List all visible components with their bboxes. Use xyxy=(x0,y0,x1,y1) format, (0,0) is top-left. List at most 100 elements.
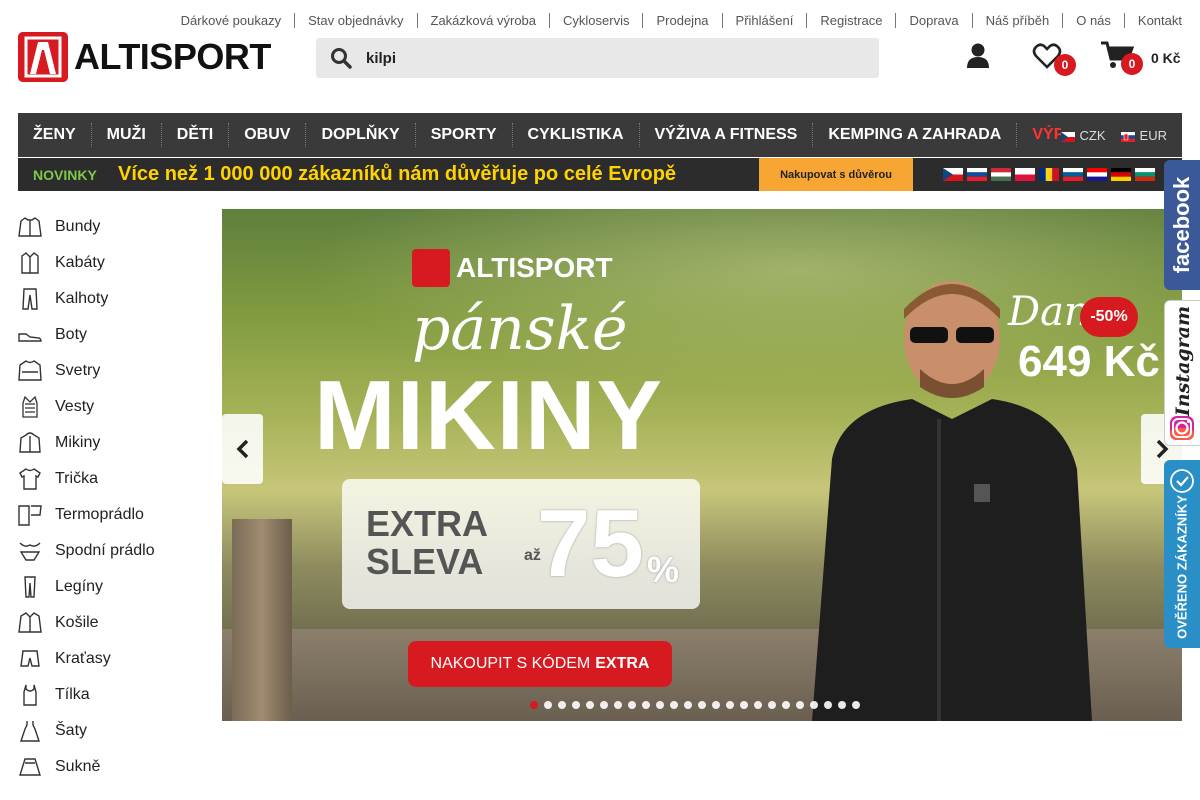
jacket-icon xyxy=(18,216,42,238)
carousel-dot[interactable] xyxy=(838,701,846,709)
carousel-dot[interactable] xyxy=(642,701,650,709)
carousel-dot[interactable] xyxy=(600,701,608,709)
category-item-sukne[interactable]: Sukně xyxy=(18,749,198,785)
carousel-dot[interactable] xyxy=(544,701,552,709)
currency-eur[interactable]: EUR xyxy=(1120,128,1167,143)
carousel-dot[interactable] xyxy=(740,701,748,709)
flag-bg-icon xyxy=(1135,168,1155,181)
category-item-leginy[interactable]: Legíny xyxy=(18,569,198,605)
carousel-dot[interactable] xyxy=(712,701,720,709)
category-item-boty[interactable]: Boty xyxy=(18,317,198,353)
link-custom-production[interactable]: Zakázková výroba xyxy=(416,12,550,28)
carousel-dot[interactable] xyxy=(754,701,762,709)
instagram-tab[interactable]: Instagram xyxy=(1164,300,1200,446)
carousel-dot[interactable] xyxy=(796,701,804,709)
category-item-tricka[interactable]: Trička xyxy=(18,461,198,497)
carousel-dot[interactable] xyxy=(698,701,706,709)
site-logo[interactable]: ALTISPORT xyxy=(18,32,271,82)
link-order-status[interactable]: Stav objednávky xyxy=(294,12,416,28)
carousel-dot[interactable] xyxy=(614,701,622,709)
hero-fence-post xyxy=(232,519,292,721)
carousel-dot[interactable] xyxy=(824,701,832,709)
trousers-icon xyxy=(18,288,42,310)
carousel-dot[interactable] xyxy=(586,701,594,709)
link-bike-service[interactable]: Cykloservis xyxy=(549,12,642,28)
category-label: Tílka xyxy=(55,686,90,703)
news-label[interactable]: NOVINKY xyxy=(18,167,118,183)
verified-label: OVĚŘENO ZÁKAZNÍKY xyxy=(1174,495,1190,640)
carousel-dot[interactable] xyxy=(684,701,692,709)
hero-carousel[interactable]: ALTISPORT pánské MIKINY EXTRA SLEVA až 7… xyxy=(222,209,1182,721)
nav-item-nutrition-fitness[interactable]: VÝŽIVA A FITNESS xyxy=(638,123,813,147)
carousel-dot[interactable] xyxy=(726,701,734,709)
nav-item-footwear[interactable]: OBUV xyxy=(228,123,305,147)
category-item-kabaty[interactable]: Kabáty xyxy=(18,245,198,281)
nav-item-women[interactable]: ŽENY xyxy=(18,123,91,147)
category-item-saty[interactable]: Šaty xyxy=(18,713,198,749)
verified-by-customers-tab[interactable]: OVĚŘENO ZÁKAZNÍKY xyxy=(1164,460,1200,648)
carousel-dot[interactable] xyxy=(852,701,860,709)
carousel-dot[interactable] xyxy=(670,701,678,709)
category-item-svetry[interactable]: Svetry xyxy=(18,353,198,389)
carousel-dot[interactable] xyxy=(530,701,538,709)
hero-logo-mark-icon xyxy=(412,249,450,287)
vest-icon xyxy=(18,396,42,418)
cart-button[interactable]: 0 xyxy=(1100,40,1146,76)
nav-item-camping-garden[interactable]: KEMPING A ZAHRADA xyxy=(812,123,1016,147)
carousel-dot[interactable] xyxy=(810,701,818,709)
flag-ro-icon xyxy=(1039,168,1059,181)
link-about[interactable]: O nás xyxy=(1062,12,1124,28)
link-register[interactable]: Registrace xyxy=(806,12,895,28)
category-item-mikiny[interactable]: Mikiny xyxy=(18,425,198,461)
verified-seal-icon xyxy=(1170,469,1194,493)
link-store[interactable]: Prodejna xyxy=(642,12,721,28)
nav-item-men[interactable]: MUŽI xyxy=(90,123,161,147)
category-item-vesty[interactable]: Vesty xyxy=(18,389,198,425)
search-icon[interactable] xyxy=(316,38,366,78)
carousel-dot[interactable] xyxy=(628,701,636,709)
user-account-icon[interactable] xyxy=(965,42,991,70)
nav-item-sports[interactable]: SPORTY xyxy=(414,123,512,147)
shop-with-trust-button[interactable]: Nakupovat s důvěrou xyxy=(759,158,913,191)
search-input[interactable] xyxy=(366,49,846,67)
category-item-bundy[interactable]: Bundy xyxy=(18,209,198,245)
link-contact[interactable]: Kontakt xyxy=(1123,12,1182,28)
shirt-icon xyxy=(18,612,42,634)
nav-item-cycling[interactable]: CYKLISTIKA xyxy=(511,123,639,147)
trust-headline: Více než 1 000 000 zákazníků nám důvěřuj… xyxy=(118,163,677,185)
extra-line2: SLEVA xyxy=(366,541,484,582)
category-item-kratasy[interactable]: Kraťasy xyxy=(18,641,198,677)
link-shipping[interactable]: Doprava xyxy=(895,12,971,28)
carousel-dot[interactable] xyxy=(572,701,580,709)
link-login[interactable]: Přihlášení xyxy=(721,12,807,28)
wishlist-count-badge: 0 xyxy=(1054,54,1076,76)
facebook-tab[interactable]: facebook xyxy=(1164,160,1200,290)
carousel-dot[interactable] xyxy=(782,701,790,709)
link-gift-vouchers[interactable]: Dárkové poukazy xyxy=(168,13,294,28)
instagram-label: Instagram xyxy=(1171,306,1194,417)
cart-total[interactable]: 0 Kč xyxy=(1151,50,1181,66)
extra-discount-text: EXTRA SLEVA xyxy=(366,505,488,581)
extra-line1: EXTRA xyxy=(366,503,489,544)
carousel-dot[interactable] xyxy=(656,701,664,709)
flag-hu-icon xyxy=(991,168,1011,181)
carousel-dot[interactable] xyxy=(558,701,566,709)
currency-switcher: CZK EUR xyxy=(1060,113,1182,157)
carousel-dot[interactable] xyxy=(768,701,776,709)
trust-banner[interactable]: NOVINKY Více než 1 000 000 zákazníků nám… xyxy=(18,158,1182,191)
nav-item-accessories[interactable]: DOPLŇKY xyxy=(305,123,414,147)
slovak-flag-icon xyxy=(1120,130,1135,142)
carousel-prev-button[interactable] xyxy=(222,414,263,484)
shop-with-code-button[interactable]: NAKOUPIT S KÓDEM EXTRA xyxy=(408,641,672,687)
currency-czk[interactable]: CZK xyxy=(1060,128,1106,143)
category-item-kosile[interactable]: Košile xyxy=(18,605,198,641)
category-item-termopradlo[interactable]: Termoprádlo xyxy=(18,497,198,533)
category-item-spodni-pradlo[interactable]: Spodní prádlo xyxy=(18,533,198,569)
price-prefix: Dan xyxy=(1008,289,1090,335)
category-item-kalhoty[interactable]: Kalhoty xyxy=(18,281,198,317)
category-label: Boty xyxy=(55,326,88,343)
nav-item-kids[interactable]: DĚTI xyxy=(160,123,228,147)
wishlist-button[interactable]: 0 xyxy=(1032,42,1078,76)
category-item-tilka[interactable]: Tílka xyxy=(18,677,198,713)
link-our-story[interactable]: Náš příběh xyxy=(971,12,1063,28)
